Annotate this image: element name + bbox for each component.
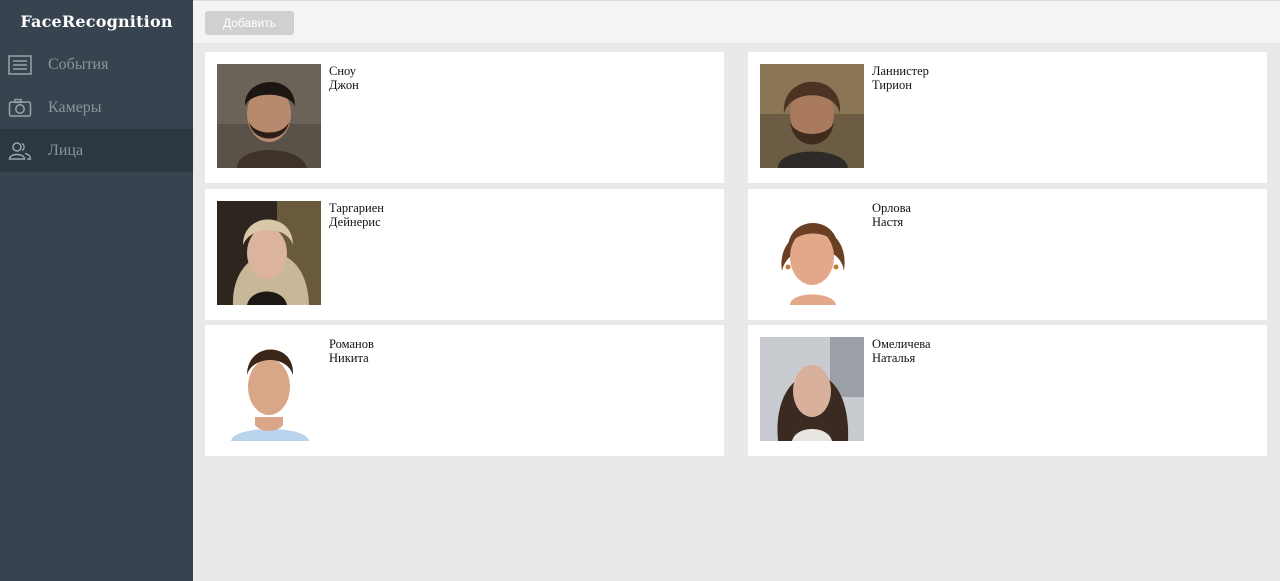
face-name: Омеличева Наталья — [872, 337, 931, 365]
face-photo — [217, 337, 321, 441]
face-card[interactable]: Романов Никита — [205, 325, 724, 456]
sidebar-item-cameras[interactable]: Камеры — [0, 86, 193, 129]
face-photo — [760, 64, 864, 168]
face-first-name: Джон — [329, 78, 359, 92]
face-first-name: Настя — [872, 215, 904, 229]
faces-icon — [8, 140, 32, 162]
sidebar-item-label: Лица — [48, 141, 84, 159]
face-card[interactable]: Таргариен Дейнерис — [205, 189, 724, 320]
face-card[interactable]: Сноу Джон — [205, 52, 724, 183]
face-photo — [760, 201, 864, 305]
list-icon — [8, 54, 32, 76]
sidebar-item-faces[interactable]: Лица — [0, 129, 193, 172]
face-card[interactable]: Ланнистер Тирион — [748, 52, 1267, 183]
face-last-name: Таргариен — [329, 201, 384, 215]
face-last-name: Ланнистер — [872, 64, 929, 78]
camera-icon — [8, 97, 32, 119]
sidebar-item-label: События — [48, 55, 109, 73]
sidebar-item-events[interactable]: События — [0, 43, 193, 86]
face-name: Ланнистер Тирион — [872, 64, 929, 92]
face-first-name: Дейнерис — [329, 215, 381, 229]
sidebar-item-label: Камеры — [48, 98, 102, 116]
face-name: Сноу Джон — [329, 64, 359, 92]
face-name: Таргариен Дейнерис — [329, 201, 384, 229]
app-title: FaceRecognition — [20, 12, 173, 31]
face-name: Романов Никита — [329, 337, 374, 365]
face-photo — [760, 337, 864, 441]
add-button[interactable]: Добавить — [205, 11, 294, 35]
toolbar: Добавить — [193, 0, 1280, 43]
face-first-name: Никита — [329, 351, 369, 365]
face-last-name: Сноу — [329, 64, 357, 78]
face-card[interactable]: Омеличева Наталья — [748, 325, 1267, 456]
sidebar: FaceRecognition События Камеры Лица — [0, 0, 193, 581]
face-photo — [217, 201, 321, 305]
face-last-name: Омеличева — [872, 337, 931, 351]
face-first-name: Наталья — [872, 351, 916, 365]
face-name: Орлова Настя — [872, 201, 911, 229]
face-last-name: Романов — [329, 337, 374, 351]
face-card[interactable]: Орлова Настя — [748, 189, 1267, 320]
face-last-name: Орлова — [872, 201, 911, 215]
face-photo — [217, 64, 321, 168]
face-first-name: Тирион — [872, 78, 912, 92]
